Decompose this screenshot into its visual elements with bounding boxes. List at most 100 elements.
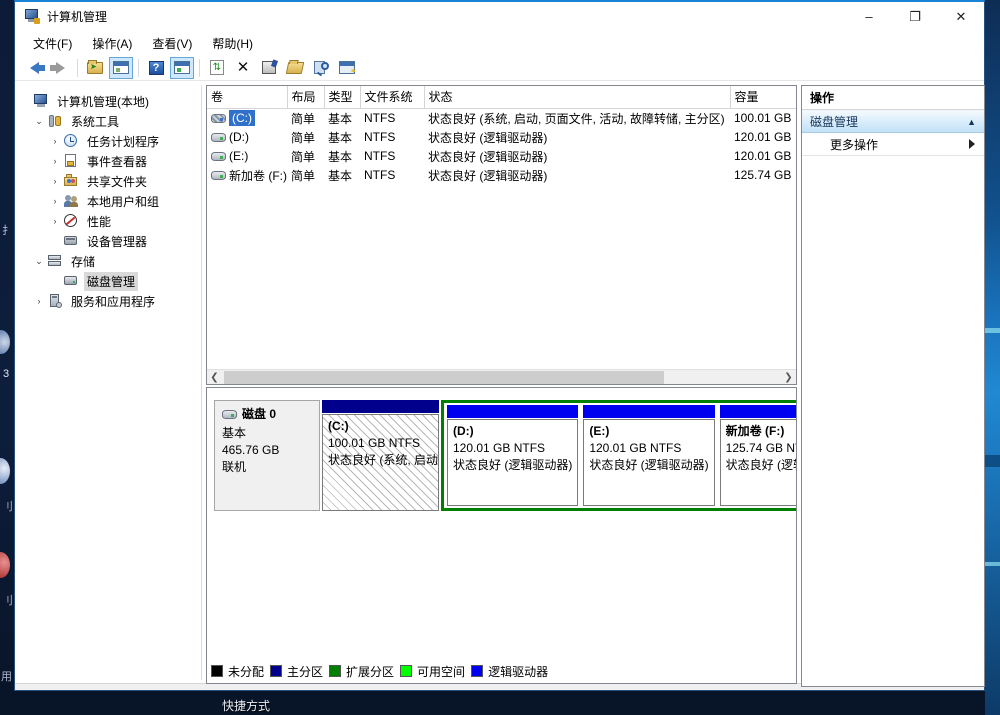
desktop-shortcut-label[interactable]: 快捷方式 xyxy=(222,697,270,714)
volume-name[interactable]: (D:) xyxy=(229,130,249,144)
expand-arrow[interactable]: › xyxy=(47,216,63,226)
show-action-pane-icon[interactable] xyxy=(170,57,194,79)
partition-color-bar xyxy=(322,400,439,413)
legend-label: 逻辑驱动器 xyxy=(488,663,548,680)
scroll-left-icon[interactable]: ❮ xyxy=(207,370,222,385)
help-window-icon[interactable] xyxy=(335,57,359,79)
help-icon[interactable]: ? xyxy=(144,57,168,79)
open-folder-icon[interactable] xyxy=(283,57,307,79)
more-actions-label[interactable]: 更多操作 xyxy=(830,136,969,153)
tree-item-computer-management[interactable]: 计算机管理(本地) xyxy=(15,91,201,111)
volume-row-d[interactable]: (D:) 简单 基本 NTFS 状态良好 (逻辑驱动器) 120.01 GB xyxy=(207,128,797,147)
disk-status: 联机 xyxy=(222,459,312,476)
volume-type: 基本 xyxy=(324,108,360,128)
volume-table: 卷 布局 类型 文件系统 状态 容量 (C:) 简单 基本 NTFS 状态良好 xyxy=(207,86,797,185)
expand-arrow[interactable]: › xyxy=(31,296,47,306)
desktop-icon-fragment: 用 xyxy=(1,668,12,684)
shared-folders-icon xyxy=(63,174,79,188)
find-icon[interactable] xyxy=(309,57,333,79)
volume-row-c[interactable]: (C:) 简单 基本 NTFS 状态良好 (系统, 启动, 页面文件, 活动, … xyxy=(207,108,797,128)
tree-item-label[interactable]: 性能 xyxy=(84,212,114,231)
menu-help[interactable]: 帮助(H) xyxy=(202,32,263,55)
disk-0-info[interactable]: 磁盘 0 基本 465.76 GB 联机 xyxy=(214,400,320,511)
collapse-arrow[interactable]: ⌄ xyxy=(31,256,47,267)
menu-view[interactable]: 查看(V) xyxy=(142,32,202,55)
column-header-layout[interactable]: 布局 xyxy=(287,86,324,108)
tree-item-label[interactable]: 存储 xyxy=(68,252,98,271)
tree-item-event-viewer[interactable]: › 事件查看器 xyxy=(15,151,201,171)
forward-icon[interactable] xyxy=(48,57,72,79)
column-header-capacity[interactable]: 容量 xyxy=(730,86,797,108)
delete-icon[interactable]: ✕ xyxy=(231,57,255,79)
volume-name[interactable]: (C:) xyxy=(229,110,255,126)
tree-item-label[interactable]: 设备管理器 xyxy=(84,232,150,251)
partition-name: (C:) xyxy=(328,418,433,435)
column-header-type[interactable]: 类型 xyxy=(324,86,360,108)
volume-row-e[interactable]: (E:) 简单 基本 NTFS 状态良好 (逻辑驱动器) 120.01 GB xyxy=(207,147,797,166)
system-tools-icon xyxy=(47,114,63,128)
tree-item-storage[interactable]: ⌄ 存储 xyxy=(15,251,201,271)
tree-item-shared-folders[interactable]: › 共享文件夹 xyxy=(15,171,201,191)
volume-status: 状态良好 (系统, 启动, 页面文件, 活动, 故障转储, 主分区) xyxy=(424,108,730,128)
tree-item-device-manager[interactable]: 设备管理器 xyxy=(15,231,201,251)
expand-arrow[interactable]: › xyxy=(47,196,63,206)
maximize-button[interactable]: ❐ xyxy=(892,2,938,31)
actions-section-label[interactable]: 磁盘管理 xyxy=(810,113,967,130)
scroll-right-icon[interactable]: ❯ xyxy=(781,370,796,385)
collapse-arrow[interactable]: ⌄ xyxy=(31,116,47,127)
refresh-icon[interactable]: ⇅ xyxy=(205,57,229,79)
properties-icon[interactable] xyxy=(257,57,281,79)
partition-c[interactable]: (C:) 100.01 GB NTFS 状态良好 (系统, 启动, 页面文件, … xyxy=(322,400,439,511)
expand-arrow[interactable]: › xyxy=(47,156,63,166)
menu-file[interactable]: 文件(F) xyxy=(23,32,82,55)
column-header-status[interactable]: 状态 xyxy=(424,86,730,108)
tree-item-performance[interactable]: › 性能 xyxy=(15,211,201,231)
volume-filesystem: NTFS xyxy=(360,147,424,166)
desktop-icon-fragment xyxy=(0,552,10,578)
volume-capacity: 120.01 GB xyxy=(730,147,797,166)
tree-item-label[interactable]: 服务和应用程序 xyxy=(68,292,158,311)
show-console-tree-icon[interactable] xyxy=(109,57,133,79)
volume-row-f[interactable]: 新加卷 (F:) 简单 基本 NTFS 状态良好 (逻辑驱动器) 125.74 … xyxy=(207,166,797,185)
tree-item-services-applications[interactable]: › 服务和应用程序 xyxy=(15,291,201,311)
partition-d[interactable]: (D:) 120.01 GB NTFS 状态良好 (逻辑驱动器) xyxy=(447,405,578,506)
legend-swatch xyxy=(211,665,223,677)
drive-icon xyxy=(211,152,226,161)
tree-item-label[interactable]: 磁盘管理 xyxy=(84,272,138,291)
disk-icon xyxy=(222,410,237,419)
titlebar[interactable]: 计算机管理 – ❐ ✕ xyxy=(15,2,984,31)
up-folder-icon[interactable] xyxy=(83,57,107,79)
toolbar: ? ⇅ ✕ xyxy=(15,55,984,81)
horizontal-scrollbar[interactable]: ❮ ❯ xyxy=(207,369,796,384)
desktop-icon-fragment: 刂 xyxy=(2,592,13,608)
tree-item-label[interactable]: 系统工具 xyxy=(68,112,122,131)
tree-item-disk-management[interactable]: 磁盘管理 xyxy=(15,271,201,291)
tree-item-label[interactable]: 计算机管理(本地) xyxy=(54,92,152,111)
tree-item-label[interactable]: 本地用户和组 xyxy=(84,192,162,211)
actions-section-disk-management[interactable]: 磁盘管理 ▲ xyxy=(802,110,984,133)
tree-item-label[interactable]: 事件查看器 xyxy=(84,152,150,171)
partition-e[interactable]: (E:) 120.01 GB NTFS 状态良好 (逻辑驱动器) xyxy=(583,405,714,506)
close-button[interactable]: ✕ xyxy=(938,2,984,31)
menu-action[interactable]: 操作(A) xyxy=(82,32,142,55)
expand-arrow[interactable]: › xyxy=(47,176,63,186)
collapse-section-icon[interactable]: ▲ xyxy=(967,117,976,127)
tree-item-local-users-groups[interactable]: › 本地用户和组 xyxy=(15,191,201,211)
tree-item-task-scheduler[interactable]: › 任务计划程序 xyxy=(15,131,201,151)
volume-name[interactable]: (E:) xyxy=(229,149,248,163)
partition-area: (C:) 100.01 GB NTFS 状态良好 (系统, 启动, 页面文件, … xyxy=(322,400,797,511)
tree-item-system-tools[interactable]: ⌄ 系统工具 xyxy=(15,111,201,131)
column-header-filesystem[interactable]: 文件系统 xyxy=(360,86,424,108)
scrollbar-thumb[interactable] xyxy=(224,371,664,384)
tree-item-label[interactable]: 任务计划程序 xyxy=(84,132,162,151)
back-icon[interactable] xyxy=(22,57,46,79)
volume-filesystem: NTFS xyxy=(360,166,424,185)
volume-name[interactable]: 新加卷 (F:) xyxy=(229,167,287,184)
more-actions-item[interactable]: 更多操作 xyxy=(802,133,984,156)
column-header-volume[interactable]: 卷 xyxy=(207,86,287,108)
expand-arrow[interactable]: › xyxy=(47,136,63,146)
minimize-button[interactable]: – xyxy=(846,2,892,31)
partition-f[interactable]: 新加卷 (F:) 125.74 GB NTFS 状态良好 (逻辑驱动器) xyxy=(720,405,797,506)
wallpaper-highlight xyxy=(985,328,1000,333)
tree-item-label[interactable]: 共享文件夹 xyxy=(84,172,150,191)
